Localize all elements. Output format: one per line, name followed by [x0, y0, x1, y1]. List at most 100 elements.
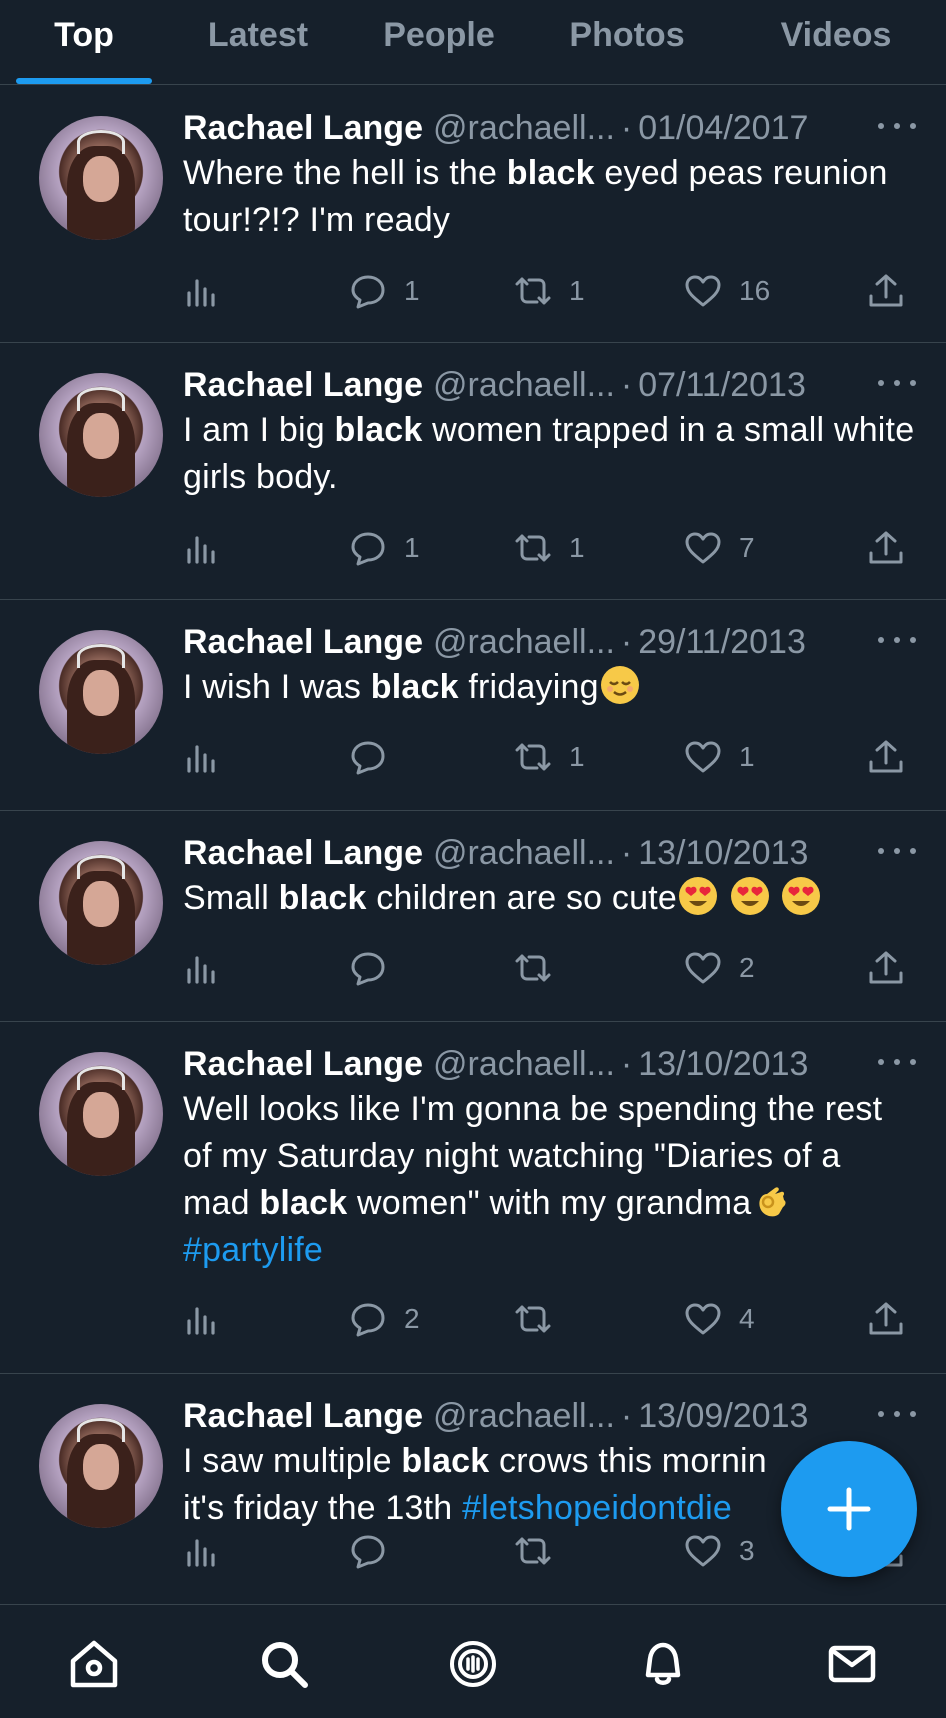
retweet-button[interactable] [513, 1294, 569, 1344]
reply-button[interactable]: 1 [348, 523, 420, 573]
replies-count: 2 [404, 1303, 420, 1334]
analytics-button[interactable] [183, 523, 223, 573]
share-button[interactable] [866, 732, 906, 782]
author-handle[interactable]: @rachaell... [433, 1394, 615, 1438]
share-button[interactable] [866, 523, 906, 573]
plus-icon [827, 1487, 871, 1531]
share-button[interactable] [866, 943, 906, 993]
author-name[interactable]: Rachael Lange [183, 620, 423, 664]
nav-spaces[interactable] [444, 1635, 502, 1693]
more-options-icon[interactable] [878, 1052, 916, 1072]
reply-button[interactable]: 1 [348, 266, 420, 316]
tweet-date[interactable]: 13/09/2013 [638, 1394, 808, 1438]
author-handle[interactable]: @rachaell... [433, 106, 615, 150]
analytics-button[interactable] [183, 266, 223, 316]
tab-latest[interactable]: Latest [188, 10, 328, 60]
reply-icon [348, 737, 388, 777]
retweet-button[interactable] [513, 943, 569, 993]
reply-icon [348, 1531, 388, 1571]
analytics-button[interactable] [183, 943, 223, 993]
likes-count: 1 [739, 741, 755, 772]
more-options-icon[interactable] [878, 116, 916, 136]
author-handle[interactable]: @rachaell... [433, 1042, 615, 1086]
author-name[interactable]: Rachael Lange [183, 363, 423, 407]
author-handle[interactable]: @rachaell... [433, 620, 615, 664]
likes-count: 7 [739, 532, 755, 563]
author-name[interactable]: Rachael Lange [183, 106, 423, 150]
tweet-date[interactable]: 01/04/2017 [638, 106, 808, 150]
reply-button[interactable] [348, 943, 404, 993]
like-button[interactable]: 2 [683, 943, 755, 993]
tweet[interactable]: Rachael Lange @rachaell... · 29/11/2013 … [0, 600, 946, 811]
reply-icon [348, 1299, 388, 1339]
avatar[interactable] [39, 116, 163, 240]
author-name[interactable]: Rachael Lange [183, 1042, 423, 1086]
author-name[interactable]: Rachael Lange [183, 831, 423, 875]
avatar[interactable] [39, 1404, 163, 1528]
tweet-date[interactable]: 13/10/2013 [638, 831, 808, 875]
share-button[interactable] [866, 266, 906, 316]
author-handle[interactable]: @rachaell... [433, 363, 615, 407]
avatar[interactable] [39, 1052, 163, 1176]
more-options-icon[interactable] [878, 1404, 916, 1424]
nav-messages[interactable] [823, 1635, 881, 1693]
tweet-date[interactable]: 07/11/2013 [638, 363, 806, 407]
reply-button[interactable] [348, 732, 404, 782]
heart-icon [683, 1299, 723, 1339]
analytics-icon [183, 1299, 223, 1339]
tab-people[interactable]: People [368, 10, 510, 60]
retweet-icon [513, 948, 553, 988]
reply-button[interactable]: 2 [348, 1294, 420, 1344]
retweet-button[interactable]: 1 [513, 266, 585, 316]
tab-videos[interactable]: Videos [766, 10, 906, 60]
author-name[interactable]: Rachael Lange [183, 1394, 423, 1438]
likes-count: 16 [739, 275, 771, 306]
retweet-icon [513, 1531, 553, 1571]
more-options-icon[interactable] [878, 841, 916, 861]
avatar[interactable] [39, 373, 163, 497]
like-button[interactable]: 3 [683, 1526, 755, 1576]
hashtag-link[interactable]: #partylife [183, 1231, 323, 1269]
tweet[interactable]: Rachael Lange @rachaell... · 01/04/2017 … [0, 86, 946, 343]
hashtag-link[interactable]: #letshopeidontdie [462, 1489, 732, 1527]
like-button[interactable]: 7 [683, 523, 755, 573]
reply-button[interactable] [348, 1526, 404, 1576]
retweet-icon [513, 1299, 553, 1339]
retweet-button[interactable]: 1 [513, 732, 585, 782]
like-button[interactable]: 1 [683, 732, 755, 782]
tweet[interactable]: Rachael Lange @rachaell... · 13/10/2013 … [0, 1022, 946, 1374]
compose-tweet-button[interactable] [781, 1441, 917, 1577]
heart-icon [683, 528, 723, 568]
analytics-icon [183, 737, 223, 777]
avatar[interactable] [39, 841, 163, 965]
heart-icon [683, 1531, 723, 1571]
likes-count: 3 [739, 1535, 755, 1566]
replies-count: 1 [404, 532, 420, 563]
analytics-button[interactable] [183, 1526, 223, 1576]
like-button[interactable]: 4 [683, 1294, 755, 1344]
separator-dot: · [620, 109, 633, 147]
tab-photos[interactable]: Photos [556, 10, 698, 60]
tab-top[interactable]: Top [16, 10, 152, 60]
more-options-icon[interactable] [878, 630, 916, 650]
heart-eyes-emoji [780, 875, 822, 917]
retweet-button[interactable] [513, 1526, 569, 1576]
author-handle[interactable]: @rachaell... [433, 831, 615, 875]
avatar[interactable] [39, 630, 163, 754]
tweet[interactable]: Rachael Lange @rachaell... · 13/10/2013 … [0, 811, 946, 1022]
more-options-icon[interactable] [878, 373, 916, 393]
analytics-button[interactable] [183, 732, 223, 782]
analytics-icon [183, 948, 223, 988]
nav-notifications[interactable] [634, 1635, 692, 1693]
tweet-date[interactable]: 29/11/2013 [638, 620, 806, 664]
analytics-button[interactable] [183, 1294, 223, 1344]
like-button[interactable]: 16 [683, 266, 770, 316]
tweet-date[interactable]: 13/10/2013 [638, 1042, 808, 1086]
nav-search[interactable] [255, 1635, 313, 1693]
likes-count: 4 [739, 1303, 755, 1334]
nav-home[interactable] [65, 1635, 123, 1693]
tweet[interactable]: Rachael Lange @rachaell... · 07/11/2013 … [0, 343, 946, 600]
share-button[interactable] [866, 1294, 906, 1344]
retweet-button[interactable]: 1 [513, 523, 585, 573]
separator-dot: · [620, 623, 633, 661]
